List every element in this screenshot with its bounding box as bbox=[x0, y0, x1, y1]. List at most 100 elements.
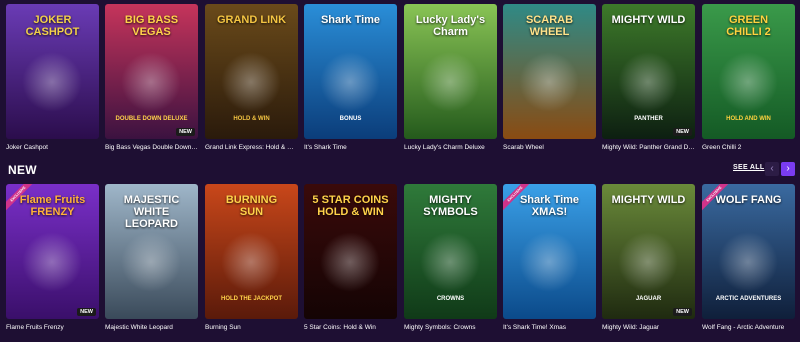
new-badge: NEW bbox=[77, 308, 96, 316]
artwork-glow bbox=[519, 232, 579, 292]
game-card[interactable]: JOKER CASHPOT Joker Cashpot bbox=[6, 4, 99, 152]
artwork-glow bbox=[618, 52, 678, 112]
game-logo-subtitle: HOLD AND WIN bbox=[726, 116, 771, 122]
game-logo-text: BURNING SUN bbox=[225, 194, 278, 218]
artwork-glow bbox=[519, 52, 579, 112]
artwork-glow bbox=[22, 232, 82, 292]
new-badge: NEW bbox=[673, 308, 692, 316]
game-thumbnail[interactable]: 5 STAR COINS HOLD & WIN bbox=[304, 184, 397, 319]
game-logo-subtitle: HOLD & WIN bbox=[233, 116, 270, 122]
game-card[interactable]: Flame Fruits FRENZY EXCLUSIVE NEW Flame Fru… bbox=[6, 184, 99, 332]
carousel-next-button[interactable]: › bbox=[781, 162, 795, 176]
artwork-glow bbox=[718, 232, 778, 292]
game-card[interactable]: SCARAB WHEEL Scarab Wheel bbox=[503, 4, 596, 152]
game-logo-subtitle: HOLD THE JACKPOT bbox=[220, 296, 282, 302]
game-name[interactable]: Mighty Wild: Jaguar bbox=[602, 324, 695, 332]
game-thumbnail[interactable]: Lucky Lady's Charm bbox=[404, 4, 497, 139]
game-name[interactable]: It's Shark Time! Xmas bbox=[503, 324, 596, 332]
game-card[interactable]: GRAND LINK HOLD & WIN Grand Link Express: … bbox=[205, 4, 298, 152]
section-header: NEW SEE ALL ‹ › bbox=[0, 158, 800, 180]
game-name[interactable]: Lucky Lady's Charm Deluxe bbox=[404, 144, 497, 152]
artwork-glow bbox=[718, 52, 778, 112]
game-logo-subtitle: JAGUAR bbox=[635, 296, 662, 302]
section-title-new: NEW bbox=[8, 163, 37, 177]
game-logo-text: Shark Time bbox=[320, 14, 381, 26]
game-card[interactable]: MIGHTY WILD JAGUAR NEW Mighty Wild: Jaguar bbox=[602, 184, 695, 332]
game-logo-text: MIGHTY SYMBOLS bbox=[423, 194, 478, 218]
game-name[interactable]: Burning Sun bbox=[205, 324, 298, 332]
game-logo-text: BIG BASS VEGAS bbox=[124, 14, 179, 38]
game-thumbnail[interactable]: BIG BASS VEGAS DOUBLE DOWN DELUXE NEW bbox=[105, 4, 198, 139]
game-logo-text: WOLF FANG bbox=[715, 194, 782, 206]
see-all-link[interactable]: SEE ALL bbox=[733, 164, 764, 171]
game-logo-text: MAJESTIC WHITE LEOPARD bbox=[123, 194, 180, 230]
game-name[interactable]: Majestic White Leopard bbox=[105, 324, 198, 332]
game-card[interactable]: BURNING SUN HOLD THE JACKPOT Burning Sun bbox=[205, 184, 298, 332]
game-thumbnail[interactable]: Shark Time XMAS! EXCLUSIVE bbox=[503, 184, 596, 319]
game-thumbnail[interactable]: MAJESTIC WHITE LEOPARD bbox=[105, 184, 198, 319]
artwork-glow bbox=[221, 232, 281, 292]
game-card[interactable]: WOLF FANG ARCTIC ADVENTURES EXCLUSIVE Wolf … bbox=[702, 184, 795, 332]
game-thumbnail[interactable]: Shark Time BONUS bbox=[304, 4, 397, 139]
game-thumbnail[interactable]: MIGHTY WILD JAGUAR NEW bbox=[602, 184, 695, 319]
game-thumbnail[interactable]: JOKER CASHPOT bbox=[6, 4, 99, 139]
game-thumbnail[interactable]: MIGHTY SYMBOLS CROWNS bbox=[404, 184, 497, 319]
game-logo-text: MIGHTY WILD bbox=[611, 194, 686, 206]
game-name[interactable]: It's Shark Time bbox=[304, 144, 397, 152]
artwork-glow bbox=[121, 52, 181, 112]
game-thumbnail[interactable]: BURNING SUN HOLD THE JACKPOT bbox=[205, 184, 298, 319]
game-logo-subtitle: CROWNS bbox=[436, 296, 465, 302]
game-logo-subtitle: DOUBLE DOWN DELUXE bbox=[115, 116, 188, 122]
artwork-glow bbox=[320, 232, 380, 292]
game-thumbnail[interactable]: GREEN CHILLI 2 HOLD AND WIN bbox=[702, 4, 795, 139]
artwork-glow bbox=[420, 52, 480, 112]
game-name[interactable]: Wolf Fang - Arctic Adventure bbox=[702, 324, 795, 332]
game-logo-text: GREEN CHILLI 2 bbox=[726, 14, 771, 38]
game-thumbnail[interactable]: MIGHTY WILD PANTHER NEW bbox=[602, 4, 695, 139]
artwork-glow bbox=[320, 52, 380, 112]
chevron-right-icon: › bbox=[786, 163, 790, 174]
game-thumbnail[interactable]: WOLF FANG ARCTIC ADVENTURES EXCLUSIVE bbox=[702, 184, 795, 319]
game-thumbnail[interactable]: SCARAB WHEEL bbox=[503, 4, 596, 139]
game-card[interactable]: BIG BASS VEGAS DOUBLE DOWN DELUXE NEW Big B… bbox=[105, 4, 198, 152]
artwork-glow bbox=[420, 232, 480, 292]
game-logo-subtitle: BONUS bbox=[339, 116, 362, 122]
artwork-glow bbox=[121, 232, 181, 292]
new-badge: NEW bbox=[673, 128, 692, 136]
game-card[interactable]: MIGHTY SYMBOLS CROWNS Mighty Symbols: Crow… bbox=[404, 184, 497, 332]
game-card[interactable]: MAJESTIC WHITE LEOPARD Majestic White Leo… bbox=[105, 184, 198, 332]
game-name[interactable]: Mighty Wild: Panther Grand Diamond Editi… bbox=[602, 144, 695, 152]
game-name[interactable]: Mighty Symbols: Crowns bbox=[404, 324, 497, 332]
artwork-glow bbox=[221, 52, 281, 112]
game-card[interactable]: Shark Time XMAS! EXCLUSIVE It's Shark Time… bbox=[503, 184, 596, 332]
chevron-left-icon: ‹ bbox=[770, 163, 774, 174]
game-name[interactable]: 5 Star Coins: Hold & Win bbox=[304, 324, 397, 332]
game-thumbnail[interactable]: Flame Fruits FRENZY EXCLUSIVE NEW bbox=[6, 184, 99, 319]
game-card[interactable]: MIGHTY WILD PANTHER NEW Mighty Wild: Panthe… bbox=[602, 4, 695, 152]
artwork-glow bbox=[618, 232, 678, 292]
game-name[interactable]: Grand Link Express: Hold & Win bbox=[205, 144, 298, 152]
game-logo-text: Shark Time XMAS! bbox=[519, 194, 580, 218]
game-logo-text: JOKER CASHPOT bbox=[25, 14, 80, 38]
game-name[interactable]: Joker Cashpot bbox=[6, 144, 99, 152]
game-logo-text: 5 STAR COINS HOLD & WIN bbox=[312, 194, 389, 218]
artwork-glow bbox=[22, 52, 82, 112]
game-lobby: JOKER CASHPOT Joker Cashpot BIG BASS VEGAS… bbox=[0, 0, 800, 342]
game-logo-subtitle: PANTHER bbox=[634, 116, 663, 122]
game-card[interactable]: Shark Time BONUS It's Shark Time bbox=[304, 4, 397, 152]
game-card[interactable]: 5 STAR COINS HOLD & WIN 5 Star Coins: Hol… bbox=[304, 184, 397, 332]
game-logo-text: SCARAB WHEEL bbox=[525, 14, 574, 38]
game-name[interactable]: Big Bass Vegas Double Down Deluxe bbox=[105, 144, 198, 152]
new-badge: NEW bbox=[176, 128, 195, 136]
game-name[interactable]: Green Chilli 2 bbox=[702, 144, 795, 152]
game-logo-text: Lucky Lady's Charm bbox=[415, 14, 486, 38]
game-card[interactable]: Lucky Lady's Charm Lucky Lady's Charm Del… bbox=[404, 4, 497, 152]
game-name[interactable]: Flame Fruits Frenzy bbox=[6, 324, 99, 332]
game-logo-text: MIGHTY WILD bbox=[611, 14, 686, 26]
carousel-prev-button[interactable]: ‹ bbox=[765, 162, 779, 176]
game-name[interactable]: Scarab Wheel bbox=[503, 144, 596, 152]
game-card[interactable]: GREEN CHILLI 2 HOLD AND WIN Green Chilli 2 bbox=[702, 4, 795, 152]
game-logo-text: Flame Fruits FRENZY bbox=[19, 194, 86, 218]
game-thumbnail[interactable]: GRAND LINK HOLD & WIN bbox=[205, 4, 298, 139]
game-logo-text: GRAND LINK bbox=[216, 14, 287, 26]
